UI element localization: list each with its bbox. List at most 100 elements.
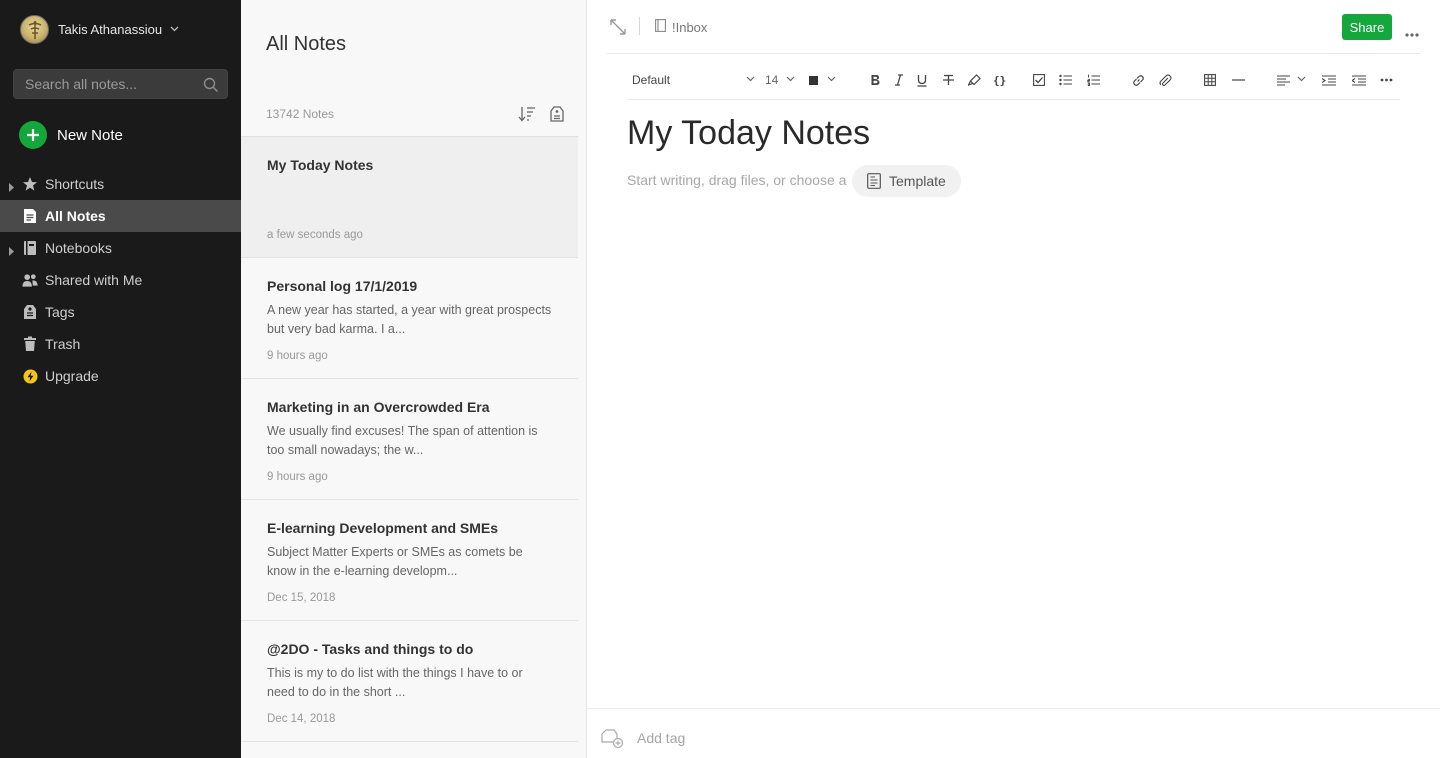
bold-icon[interactable] [870, 71, 880, 89]
notebook-name: !Inbox [672, 19, 708, 35]
highlight-icon[interactable] [968, 71, 981, 89]
sidebar-item-label: All Notes [45, 208, 106, 224]
expand-arrow-icon[interactable] [9, 243, 14, 259]
note-card[interactable]: @2DO - Tasks and things to do This is my… [241, 621, 578, 742]
add-tag-icon[interactable] [601, 724, 625, 753]
filter-tag-icon[interactable] [550, 106, 564, 122]
account-name: Takis Athanassiou [58, 21, 163, 37]
expand-icon[interactable] [609, 18, 627, 41]
underline-icon[interactable] [917, 71, 927, 89]
note-date: Dec 14, 2018 [267, 713, 336, 725]
star-icon [22, 176, 38, 192]
sidebar-item-label: Shortcuts [45, 176, 105, 192]
indent-icon[interactable] [1322, 71, 1336, 89]
note-title: My Today Notes [267, 157, 374, 173]
sidebar-item-label: Trash [45, 336, 81, 352]
sidebar-item-all-notes[interactable]: All Notes [0, 200, 241, 232]
link-icon[interactable] [1132, 71, 1145, 89]
expand-arrow-icon[interactable] [9, 179, 14, 195]
font-size-select[interactable]: 14 [765, 71, 797, 89]
more-formatting-icon[interactable] [1380, 71, 1393, 89]
note-list-panel: All Notes 13742 Notes My Today Notes a f… [241, 0, 587, 758]
note-title: E-learning Development and SMEs [267, 520, 499, 536]
more-options-icon[interactable] [1405, 24, 1419, 42]
sidebar-item-tags[interactable]: Tags [0, 296, 241, 328]
template-icon [867, 173, 881, 189]
notebook-icon [22, 240, 38, 256]
tag-icon [22, 304, 38, 320]
note-title-input[interactable]: My Today Notes [627, 114, 870, 153]
sidebar-item-label: Tags [45, 304, 75, 320]
bullet-list-icon[interactable] [1059, 71, 1072, 89]
note-card[interactable]: E-learning Development and SMEs Subject … [241, 500, 578, 621]
attachment-icon[interactable] [1159, 71, 1172, 89]
strikethrough-icon[interactable] [943, 71, 954, 89]
italic-icon[interactable] [895, 71, 903, 89]
note-snippet: This is my to do list with the things I … [267, 666, 523, 699]
note-snippet: A new year has started, a year with grea… [267, 303, 552, 336]
note-title: Personal log 17/1/2019 [267, 278, 418, 294]
table-icon[interactable] [1204, 71, 1216, 89]
share-button[interactable]: Share [1342, 14, 1392, 40]
note-count: 13742 Notes [266, 107, 335, 121]
numbered-list-icon[interactable] [1087, 71, 1100, 89]
notes-list: My Today Notes a few seconds ago Persona… [241, 137, 578, 742]
align-select[interactable] [1277, 71, 1307, 89]
outdent-icon[interactable] [1352, 71, 1366, 89]
align-left-icon [1277, 74, 1290, 86]
divider-line-icon[interactable] [1232, 71, 1245, 89]
sidebar-item-trash[interactable]: Trash [0, 328, 241, 360]
sidebar-item-label: Notebooks [45, 240, 112, 256]
note-card[interactable]: Marketing in an Overcrowded Era We usual… [241, 379, 578, 500]
note-date: a few seconds ago [267, 229, 363, 241]
search-icon[interactable] [203, 77, 219, 98]
text-color-select[interactable] [809, 71, 837, 89]
divider [639, 17, 640, 35]
chevron-down-icon [746, 76, 755, 82]
checklist-icon[interactable] [1033, 71, 1045, 89]
sidebar-item-shared-with-me[interactable]: Shared with Me [0, 264, 241, 296]
note-title: Marketing in an Overcrowded Era [267, 399, 490, 415]
note-card[interactable]: My Today Notes a few seconds ago [241, 137, 578, 258]
note-card[interactable]: Personal log 17/1/2019 A new year has st… [241, 258, 578, 379]
new-note-label: New Note [57, 126, 123, 144]
sidebar-item-shortcuts[interactable]: Shortcuts [0, 168, 241, 200]
note-icon [22, 208, 38, 224]
add-tag-input[interactable] [637, 730, 837, 746]
notebook-selector[interactable]: !Inbox [655, 19, 707, 35]
note-title: @2DO - Tasks and things to do [267, 641, 474, 657]
font-family-select[interactable]: Default [632, 71, 755, 89]
body-placeholder[interactable]: Start writing, drag files, or choose a [627, 172, 846, 188]
note-date: 9 hours ago [267, 471, 328, 483]
sidebar-item-notebooks[interactable]: Notebooks [0, 232, 241, 264]
template-button[interactable]: Template [852, 165, 961, 197]
note-snippet [267, 180, 552, 218]
notebook-icon [655, 19, 666, 35]
editor-footer [587, 708, 1440, 758]
chevron-down-icon [827, 76, 836, 82]
font-size-value: 14 [765, 73, 779, 87]
note-date: 9 hours ago [267, 350, 328, 362]
sort-icon[interactable] [518, 106, 536, 122]
note-date: Dec 15, 2018 [267, 592, 336, 604]
note-snippet: Subject Matter Experts or SMEs as comets… [267, 545, 523, 578]
chevron-down-icon [170, 26, 179, 32]
note-snippet: We usually find excuses! The span of att… [267, 424, 538, 457]
font-family-value: Default [632, 73, 671, 87]
new-note-button[interactable]: New Note [19, 121, 123, 149]
code-icon[interactable]: {} [993, 71, 1006, 89]
search-input[interactable] [14, 76, 199, 92]
sidebar: Takis Athanassiou New Note Shortcuts All… [0, 0, 241, 758]
trash-icon [22, 336, 38, 352]
sidebar-nav: Shortcuts All Notes Notebooks Shared wit… [0, 168, 241, 392]
account-menu[interactable]: Takis Athanassiou [20, 13, 179, 45]
people-icon [22, 272, 38, 288]
search-box [13, 69, 228, 99]
sidebar-item-label: Shared with Me [45, 272, 143, 288]
sidebar-item-upgrade[interactable]: Upgrade [0, 360, 241, 392]
chevron-down-icon [786, 76, 795, 82]
upgrade-icon [22, 368, 38, 384]
plus-icon [19, 121, 47, 149]
editor-topbar: !Inbox Share [607, 0, 1420, 54]
color-swatch-icon [809, 75, 818, 85]
